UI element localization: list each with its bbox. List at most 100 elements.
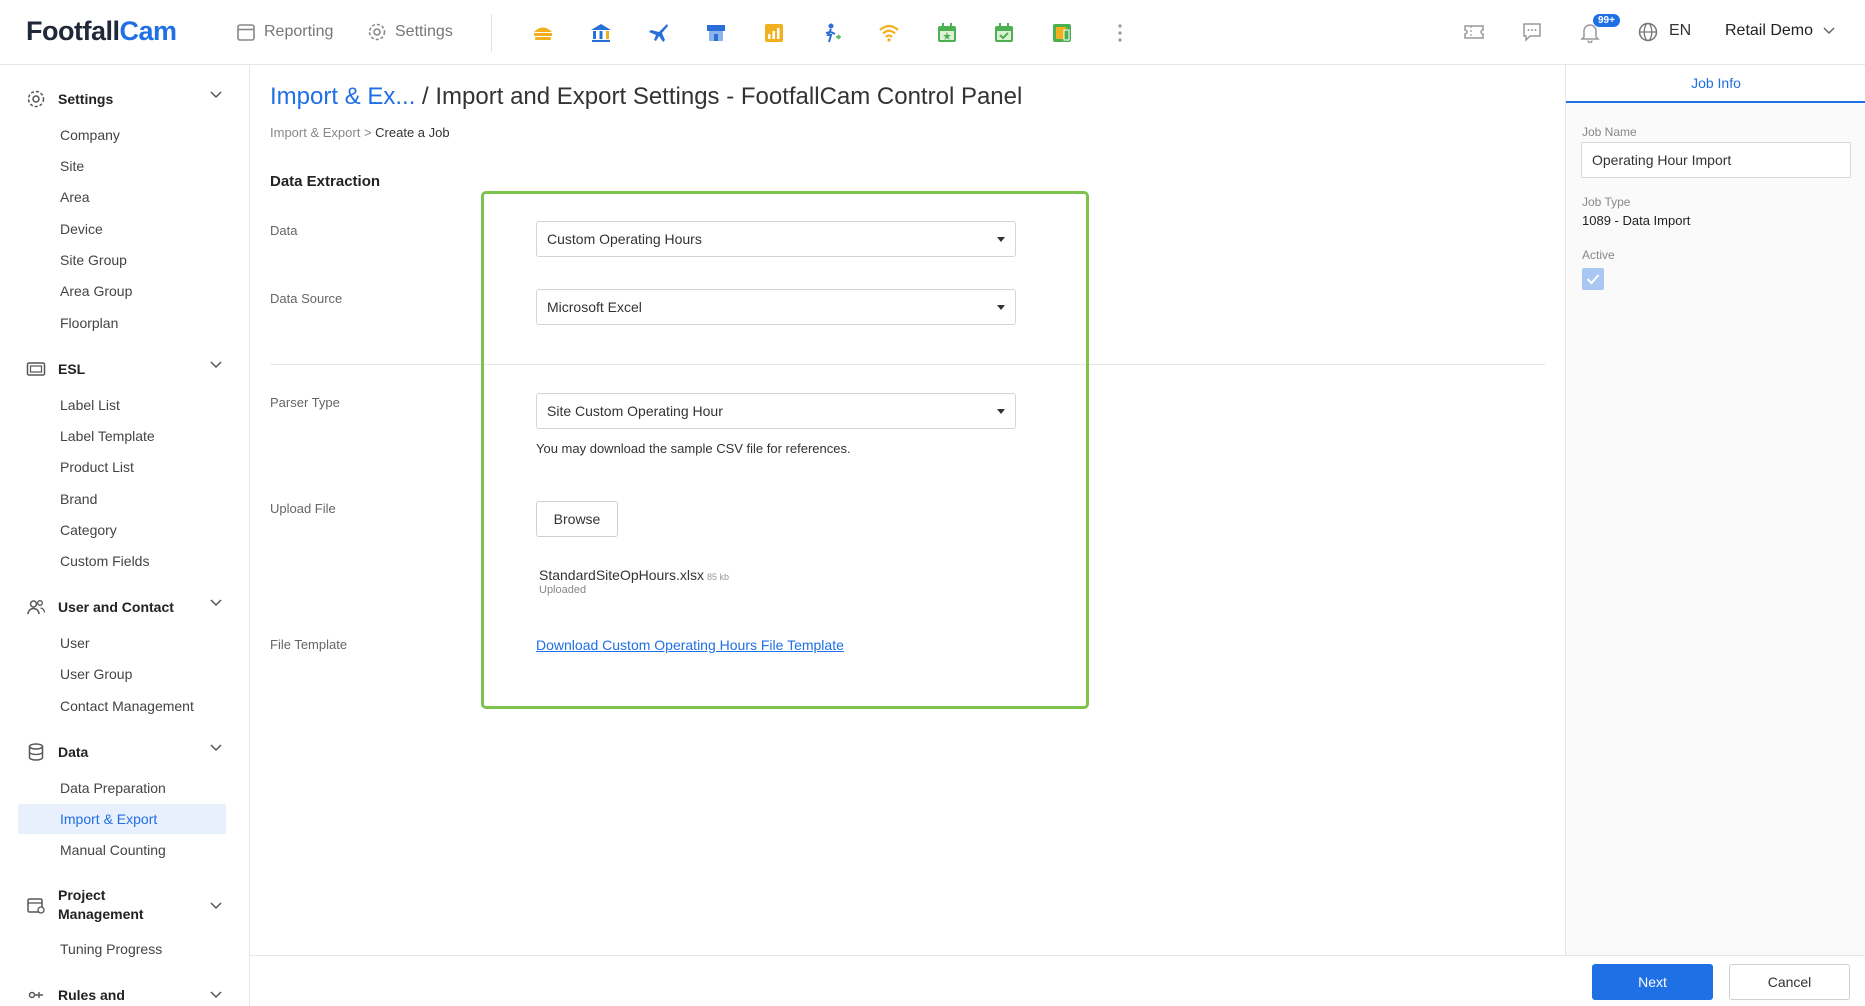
nav-settings-label: Settings <box>395 23 453 40</box>
sidebar-item-data-preparation[interactable]: Data Preparation <box>60 780 166 796</box>
account-menu[interactable]: Retail Demo <box>1725 22 1835 40</box>
sidebar-section-label: Data <box>58 744 89 760</box>
sidebar-item-user-group[interactable]: User Group <box>60 666 132 682</box>
breadcrumb-separator: > <box>363 125 372 140</box>
page-title: Import & Ex... / Import and Export Setti… <box>270 83 1022 111</box>
calendar-icon <box>237 24 255 41</box>
esl-icon <box>26 362 46 376</box>
nav-reporting[interactable]: Reporting <box>236 22 333 42</box>
retail-app-icon[interactable] <box>530 20 556 46</box>
nav-divider <box>491 14 492 52</box>
store-app-icon[interactable] <box>703 20 729 46</box>
airport-app-icon[interactable] <box>645 20 671 46</box>
sidebar: Settings Company Site Area Device Site G… <box>0 65 250 1006</box>
sidebar-section-label: User and Contact <box>58 599 174 615</box>
notification-badge: 99+ <box>1593 14 1620 27</box>
active-label: Active <box>1582 248 1615 262</box>
people-counting-app-icon[interactable] <box>818 20 844 46</box>
job-name-label: Job Name <box>1582 125 1637 139</box>
sidebar-section-project-management[interactable]: Project Management <box>26 886 222 924</box>
sidebar-item-device[interactable]: Device <box>60 221 103 237</box>
project-icon <box>27 898 45 914</box>
sidebar-item-custom-fields[interactable]: Custom Fields <box>60 553 149 569</box>
sidebar-section-settings[interactable]: Settings <box>26 89 222 109</box>
sidebar-item-manual-counting[interactable]: Manual Counting <box>60 842 166 858</box>
chevron-down-icon <box>210 599 222 607</box>
globe-icon[interactable] <box>1635 19 1661 45</box>
sidebar-item-area[interactable]: Area <box>60 189 90 205</box>
bank-app-icon[interactable] <box>588 20 614 46</box>
sidebar-section-esl[interactable]: ESL <box>26 359 222 379</box>
sidebar-section-data[interactable]: Data <box>26 742 222 762</box>
sidebar-item-tuning-progress[interactable]: Tuning Progress <box>60 941 162 957</box>
chevron-down-icon <box>210 744 222 752</box>
chat-icon[interactable] <box>1519 19 1545 45</box>
chevron-down-icon <box>210 361 222 369</box>
sidebar-item-product-list[interactable]: Product List <box>60 459 134 475</box>
job-name-input[interactable]: Operating Hour Import <box>1581 142 1851 178</box>
sidebar-item-user[interactable]: User <box>60 635 90 651</box>
sidebar-section-user-and-contact[interactable]: User and Contact <box>26 597 222 617</box>
sidebar-item-label-template[interactable]: Label Template <box>60 428 155 444</box>
sidebar-section-label: Rules and <box>58 987 125 1003</box>
nav-settings[interactable]: Settings <box>367 22 453 42</box>
wifi-app-icon[interactable] <box>876 20 902 46</box>
report-app-icon[interactable] <box>1049 20 1075 46</box>
breadcrumb-current: Create a Job <box>375 125 450 140</box>
chevron-down-icon <box>210 902 222 910</box>
sidebar-section-label: ESL <box>58 361 86 377</box>
upload-file-label: Upload File <box>270 501 336 516</box>
job-name-value: Operating Hour Import <box>1592 152 1732 168</box>
page-title-text: Import and Export Settings - FootfallCam… <box>435 83 1023 110</box>
sidebar-item-site-group[interactable]: Site Group <box>60 252 127 268</box>
page-title-link[interactable]: Import & Ex... <box>270 83 415 110</box>
sidebar-item-area-group[interactable]: Area Group <box>60 283 132 299</box>
sidebar-item-label-list[interactable]: Label List <box>60 397 120 413</box>
schedule-app-icon[interactable] <box>991 20 1017 46</box>
tab-job-info[interactable]: Job Info <box>1566 65 1865 103</box>
sidebar-item-site[interactable]: Site <box>60 158 84 174</box>
data-source-label: Data Source <box>270 291 343 306</box>
ticket-icon[interactable] <box>1461 19 1487 45</box>
sidebar-section-label: Project Management <box>58 887 144 922</box>
sidebar-section-rules[interactable]: Rules and <box>26 985 222 1005</box>
breadcrumb-parent[interactable]: Import & Export <box>270 125 360 140</box>
highlight-frame <box>481 191 1089 709</box>
sidebar-item-brand[interactable]: Brand <box>60 491 97 507</box>
chevron-down-icon <box>210 991 222 999</box>
sidebar-section-label: Settings <box>58 91 114 107</box>
sidebar-item-import-export[interactable]: Import & Export <box>60 811 157 827</box>
sidebar-item-floorplan[interactable]: Floorplan <box>60 315 118 331</box>
gear-icon <box>368 23 386 41</box>
page-title-separator: / <box>422 83 429 110</box>
gear-icon <box>27 90 45 108</box>
cancel-button[interactable]: Cancel <box>1729 964 1850 1000</box>
chevron-down-icon <box>210 91 222 99</box>
sidebar-item-category[interactable]: Category <box>60 522 117 538</box>
account-name: Retail Demo <box>1725 22 1814 39</box>
sidebar-item-company[interactable]: Company <box>60 127 120 143</box>
job-type-label: Job Type <box>1582 195 1631 209</box>
more-apps-icon[interactable] <box>1107 20 1133 46</box>
footer-bar: Next Cancel <box>250 955 1865 1006</box>
sidebar-item-contact-management[interactable]: Contact Management <box>60 698 194 714</box>
database-icon <box>28 743 44 761</box>
file-template-label: File Template <box>270 637 348 652</box>
analytics-app-icon[interactable] <box>761 20 787 46</box>
chevron-down-icon <box>1823 27 1835 35</box>
calendar-app-icon[interactable] <box>934 20 960 46</box>
breadcrumb: Import & Export > Create a Job <box>270 125 450 140</box>
nav-reporting-label: Reporting <box>264 23 334 40</box>
language-selector[interactable]: EN <box>1669 22 1691 40</box>
job-info-panel: Job Info Job Name Operating Hour Import … <box>1565 65 1865 955</box>
section-heading: Data Extraction <box>270 173 381 190</box>
checkmark-icon <box>1586 274 1600 285</box>
footfallcam-logo[interactable]: FootfallCam <box>26 16 177 47</box>
job-type-value: 1089 - Data Import <box>1582 213 1691 228</box>
top-bar: FootfallCam Reporting Settings 99+ EN Re… <box>0 0 1865 65</box>
parser-type-label: Parser Type <box>270 395 340 410</box>
main-content: Import & Ex... / Import and Export Setti… <box>250 65 1565 955</box>
active-checkbox[interactable] <box>1582 268 1604 290</box>
data-label: Data <box>270 223 298 238</box>
next-button[interactable]: Next <box>1592 964 1713 1000</box>
